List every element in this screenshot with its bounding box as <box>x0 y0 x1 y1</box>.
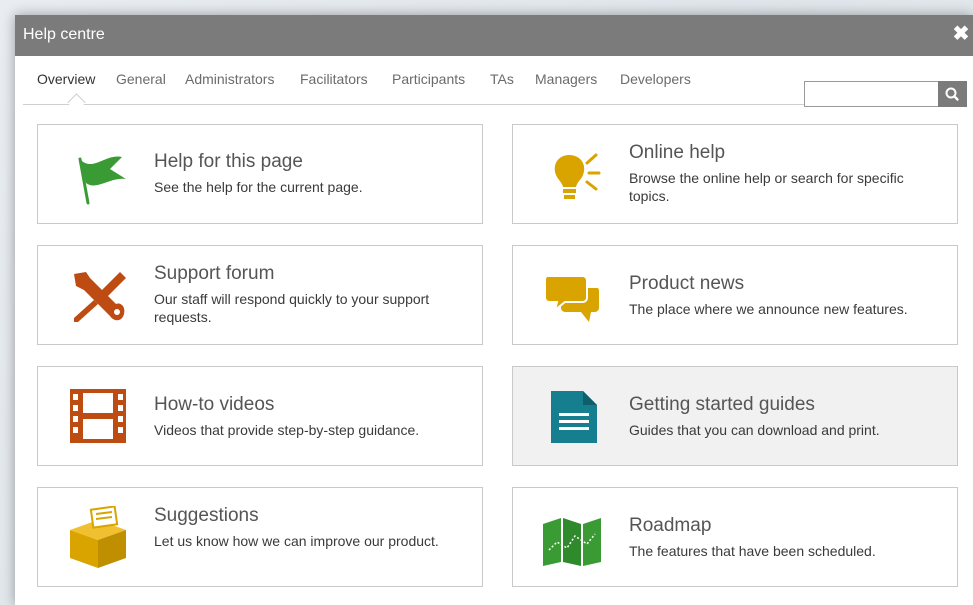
search-button[interactable] <box>938 81 967 107</box>
card-title: Help for this page <box>154 151 303 172</box>
tab-tas[interactable]: TAs <box>490 71 514 87</box>
search-icon <box>945 87 959 101</box>
map-icon <box>543 518 601 566</box>
tab-general[interactable]: General <box>116 71 166 87</box>
tab-participants[interactable]: Participants <box>392 71 465 87</box>
help-centre-dialog: Help centre ✖ Overview General Administr… <box>15 15 973 605</box>
search-input[interactable] <box>804 81 939 107</box>
film-icon <box>70 389 126 443</box>
document-icon <box>551 391 597 443</box>
flag-icon <box>78 156 126 205</box>
dialog-titlebar: Help centre ✖ <box>15 15 973 56</box>
lightbulb-icon <box>554 153 601 199</box>
card-how-to-videos[interactable]: How-to videos Videos that provide step-b… <box>37 366 483 466</box>
card-title: Roadmap <box>629 515 712 536</box>
card-title: Product news <box>629 273 745 294</box>
card-title: Online help <box>629 142 726 163</box>
card-description: Let us know how we can improve our produ… <box>154 533 439 549</box>
active-tab-indicator <box>67 93 86 112</box>
card-description: Guides that you can download and print. <box>629 422 880 438</box>
card-description: The place where we announce new features… <box>629 301 908 317</box>
card-title: How-to videos <box>154 394 275 415</box>
card-description: Browse the online help or search for spe… <box>629 170 904 204</box>
tab-administrators[interactable]: Administrators <box>185 71 274 87</box>
tab-managers[interactable]: Managers <box>535 71 597 87</box>
card-roadmap[interactable]: Roadmap The features that have been sche… <box>512 487 958 587</box>
card-suggestions[interactable]: Suggestions Let us know how we can impro… <box>37 487 483 587</box>
card-support-forum[interactable]: Support forum Our staff will respond qui… <box>37 245 483 345</box>
close-icon[interactable]: ✖ <box>951 23 971 45</box>
card-product-news[interactable]: Product news The place where we announce… <box>512 245 958 345</box>
search-box <box>804 81 967 107</box>
card-description: See the help for the current page. <box>154 179 363 195</box>
chat-bubbles-icon <box>544 275 599 322</box>
suggestion-box-icon <box>70 506 126 568</box>
dialog-title: Help centre <box>23 26 105 43</box>
card-description: The features that have been scheduled. <box>629 543 876 559</box>
card-title: Getting started guides <box>629 394 815 415</box>
card-online-help[interactable]: Online help Browse the online help or se… <box>512 124 958 224</box>
tab-bar: Overview General Administrators Facilita… <box>23 56 967 112</box>
card-help-for-this-page[interactable]: Help for this page See the help for the … <box>37 124 483 224</box>
tools-icon <box>74 272 126 322</box>
tab-developers[interactable]: Developers <box>620 71 691 87</box>
card-title: Suggestions <box>154 505 259 526</box>
tab-overview[interactable]: Overview <box>37 71 95 87</box>
card-description: Our staff will respond quickly to your s… <box>154 291 430 325</box>
tab-facilitators[interactable]: Facilitators <box>300 71 368 87</box>
card-description: Videos that provide step-by-step guidanc… <box>154 422 420 438</box>
card-title: Support forum <box>154 263 275 284</box>
card-getting-started-guides[interactable]: Getting started guides Guides that you c… <box>512 366 958 466</box>
